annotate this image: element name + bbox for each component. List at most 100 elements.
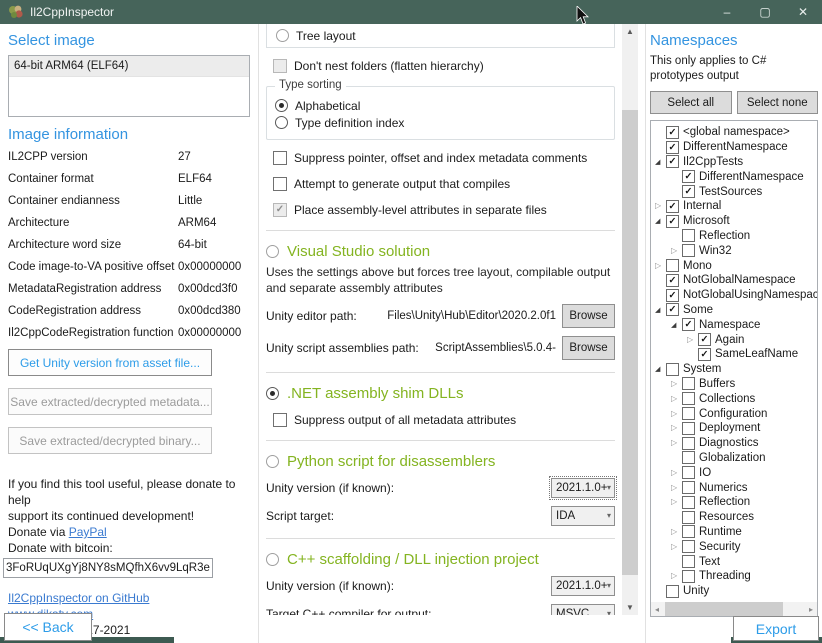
tree-item[interactable]: Mono (651, 258, 817, 273)
cpp-scaffolding-radio[interactable] (266, 553, 279, 566)
namespace-checkbox[interactable] (682, 555, 695, 568)
assembly-attributes-checkbox[interactable] (273, 202, 287, 217)
namespaces-tree[interactable]: <global namespace> DifferentNamespace Il… (650, 120, 818, 617)
expander-icon[interactable] (671, 321, 682, 329)
expander-icon[interactable] (671, 572, 682, 580)
cpp-compiler-select[interactable]: MSVC ▾ (551, 604, 615, 615)
namespace-checkbox[interactable] (682, 185, 695, 199)
tree-item[interactable]: Reflection (651, 229, 817, 244)
attempt-compile-checkbox[interactable] (273, 176, 287, 191)
namespace-checkbox[interactable] (682, 525, 695, 539)
tree-item[interactable]: Unity (651, 584, 817, 599)
expander-icon[interactable] (655, 202, 666, 210)
scroll-down-icon[interactable]: ▼ (622, 600, 638, 615)
tree-item[interactable]: NotGlobalNamespace (651, 273, 817, 288)
image-listbox[interactable]: 64-bit ARM64 (ELF64) (8, 55, 250, 117)
tree-item[interactable]: Globalization (651, 451, 817, 466)
tree-item[interactable]: DifferentNamespace (651, 140, 817, 155)
browse-assemblies-button[interactable]: Browse (562, 336, 615, 360)
visual-studio-radio[interactable] (266, 245, 279, 258)
tree-horizontal-scrollbar[interactable]: ◂ ▸ (651, 602, 817, 616)
expander-icon[interactable] (671, 395, 682, 403)
python-unity-version-select[interactable]: 2021.1.0+ ▾ (549, 476, 617, 500)
browse-editor-button[interactable]: Browse (562, 304, 615, 328)
type-definition-index-radio[interactable] (275, 116, 288, 129)
maximize-button[interactable]: ▢ (746, 0, 784, 24)
namespace-checkbox[interactable] (682, 407, 695, 421)
tree-item[interactable]: <global namespace> (651, 125, 817, 140)
namespace-checkbox[interactable] (666, 140, 679, 154)
tree-item[interactable]: Numerics (651, 480, 817, 495)
tree-item[interactable]: Il2CppTests (651, 155, 817, 170)
namespace-checkbox[interactable] (682, 392, 695, 406)
scroll-right-icon[interactable]: ▸ (805, 605, 817, 614)
namespace-checkbox[interactable] (666, 125, 679, 139)
tree-item[interactable]: Win32 (651, 243, 817, 258)
namespace-checkbox[interactable] (682, 510, 695, 524)
tree-layout-radio[interactable] (276, 29, 289, 42)
namespace-checkbox[interactable] (682, 466, 695, 480)
tree-item[interactable]: DifferentNamespace (651, 169, 817, 184)
expander-icon[interactable] (655, 262, 666, 270)
namespace-checkbox[interactable] (666, 259, 679, 273)
expander-icon[interactable] (655, 158, 666, 166)
net-shim-section-header[interactable]: .NET assembly shim DLLs (266, 385, 617, 402)
tree-item[interactable]: Diagnostics (651, 436, 817, 451)
tree-item[interactable]: Microsoft (651, 214, 817, 229)
namespace-checkbox[interactable] (682, 451, 695, 465)
expander-icon[interactable] (671, 439, 682, 447)
expander-icon[interactable] (671, 498, 682, 506)
back-button[interactable]: << Back (4, 613, 92, 641)
close-button[interactable]: ✕ (784, 0, 822, 24)
options-scrollbar[interactable]: ▲ ▼ (622, 24, 638, 615)
namespace-checkbox[interactable] (666, 362, 679, 376)
tree-item[interactable]: Collections (651, 391, 817, 406)
bitcoin-address-field[interactable] (3, 558, 213, 578)
dont-nest-folders-checkbox[interactable] (273, 58, 287, 73)
namespace-checkbox[interactable] (666, 584, 679, 598)
namespace-checkbox[interactable] (682, 318, 695, 332)
suppress-pointer-option[interactable]: Suppress pointer, offset and index metad… (273, 149, 615, 166)
expander-icon[interactable] (655, 217, 666, 225)
namespace-checkbox[interactable] (666, 288, 679, 302)
tree-item[interactable]: Runtime (651, 525, 817, 540)
namespace-checkbox[interactable] (682, 170, 695, 184)
unity-assemblies-path-value[interactable]: -5.0.4\ScriptAssemblies (419, 342, 556, 354)
tree-item[interactable]: NotGlobalUsingNamespace (651, 288, 817, 303)
tree-item[interactable]: SameLeafName (651, 347, 817, 362)
get-unity-version-button[interactable]: Get Unity version from asset file... (8, 349, 212, 376)
python-script-section-header[interactable]: Python script for disassemblers (266, 453, 617, 470)
unity-editor-path-value[interactable]: Files\Unity\Hub\Editor\2020.2.0f1 (357, 310, 556, 322)
namespace-checkbox[interactable] (666, 273, 679, 287)
github-link[interactable]: Il2CppInspector on GitHub (8, 591, 149, 605)
suppress-metadata-option[interactable]: Suppress output of all metadata attribut… (273, 411, 615, 428)
visual-studio-section-header[interactable]: Visual Studio solution (266, 243, 617, 260)
namespace-checkbox[interactable] (682, 540, 695, 554)
type-definition-index-option[interactable]: Type definition index (275, 114, 606, 131)
scroll-left-icon[interactable]: ◂ (651, 605, 663, 614)
suppress-metadata-checkbox[interactable] (273, 412, 287, 427)
paypal-link[interactable]: PayPal (69, 525, 107, 539)
expander-icon[interactable] (671, 484, 682, 492)
tree-item[interactable]: Buffers (651, 377, 817, 392)
tree-item[interactable]: IO (651, 465, 817, 480)
namespace-checkbox[interactable] (698, 333, 711, 347)
select-none-button[interactable]: Select none (736, 91, 818, 114)
suppress-pointer-checkbox[interactable] (273, 150, 287, 165)
image-list-item-selected[interactable]: 64-bit ARM64 (ELF64) (9, 56, 249, 77)
tree-item[interactable]: Reflection (651, 495, 817, 510)
expander-icon[interactable] (655, 306, 666, 314)
expander-icon[interactable] (655, 365, 666, 373)
tree-item[interactable]: Text (651, 554, 817, 569)
tree-item[interactable]: Security (651, 539, 817, 554)
tree-item[interactable]: Configuration (651, 406, 817, 421)
expander-icon[interactable] (671, 380, 682, 388)
scrollbar-thumb[interactable] (665, 602, 783, 616)
python-script-radio[interactable] (266, 455, 279, 468)
namespace-checkbox[interactable] (682, 244, 695, 258)
namespace-checkbox[interactable] (682, 495, 695, 509)
cpp-unity-version-select[interactable]: 2021.1.0+ ▾ (551, 576, 615, 596)
assembly-attributes-option[interactable]: Place assembly-level attributes in separ… (273, 201, 615, 218)
expander-icon[interactable] (671, 410, 682, 418)
namespace-checkbox[interactable] (666, 303, 679, 317)
